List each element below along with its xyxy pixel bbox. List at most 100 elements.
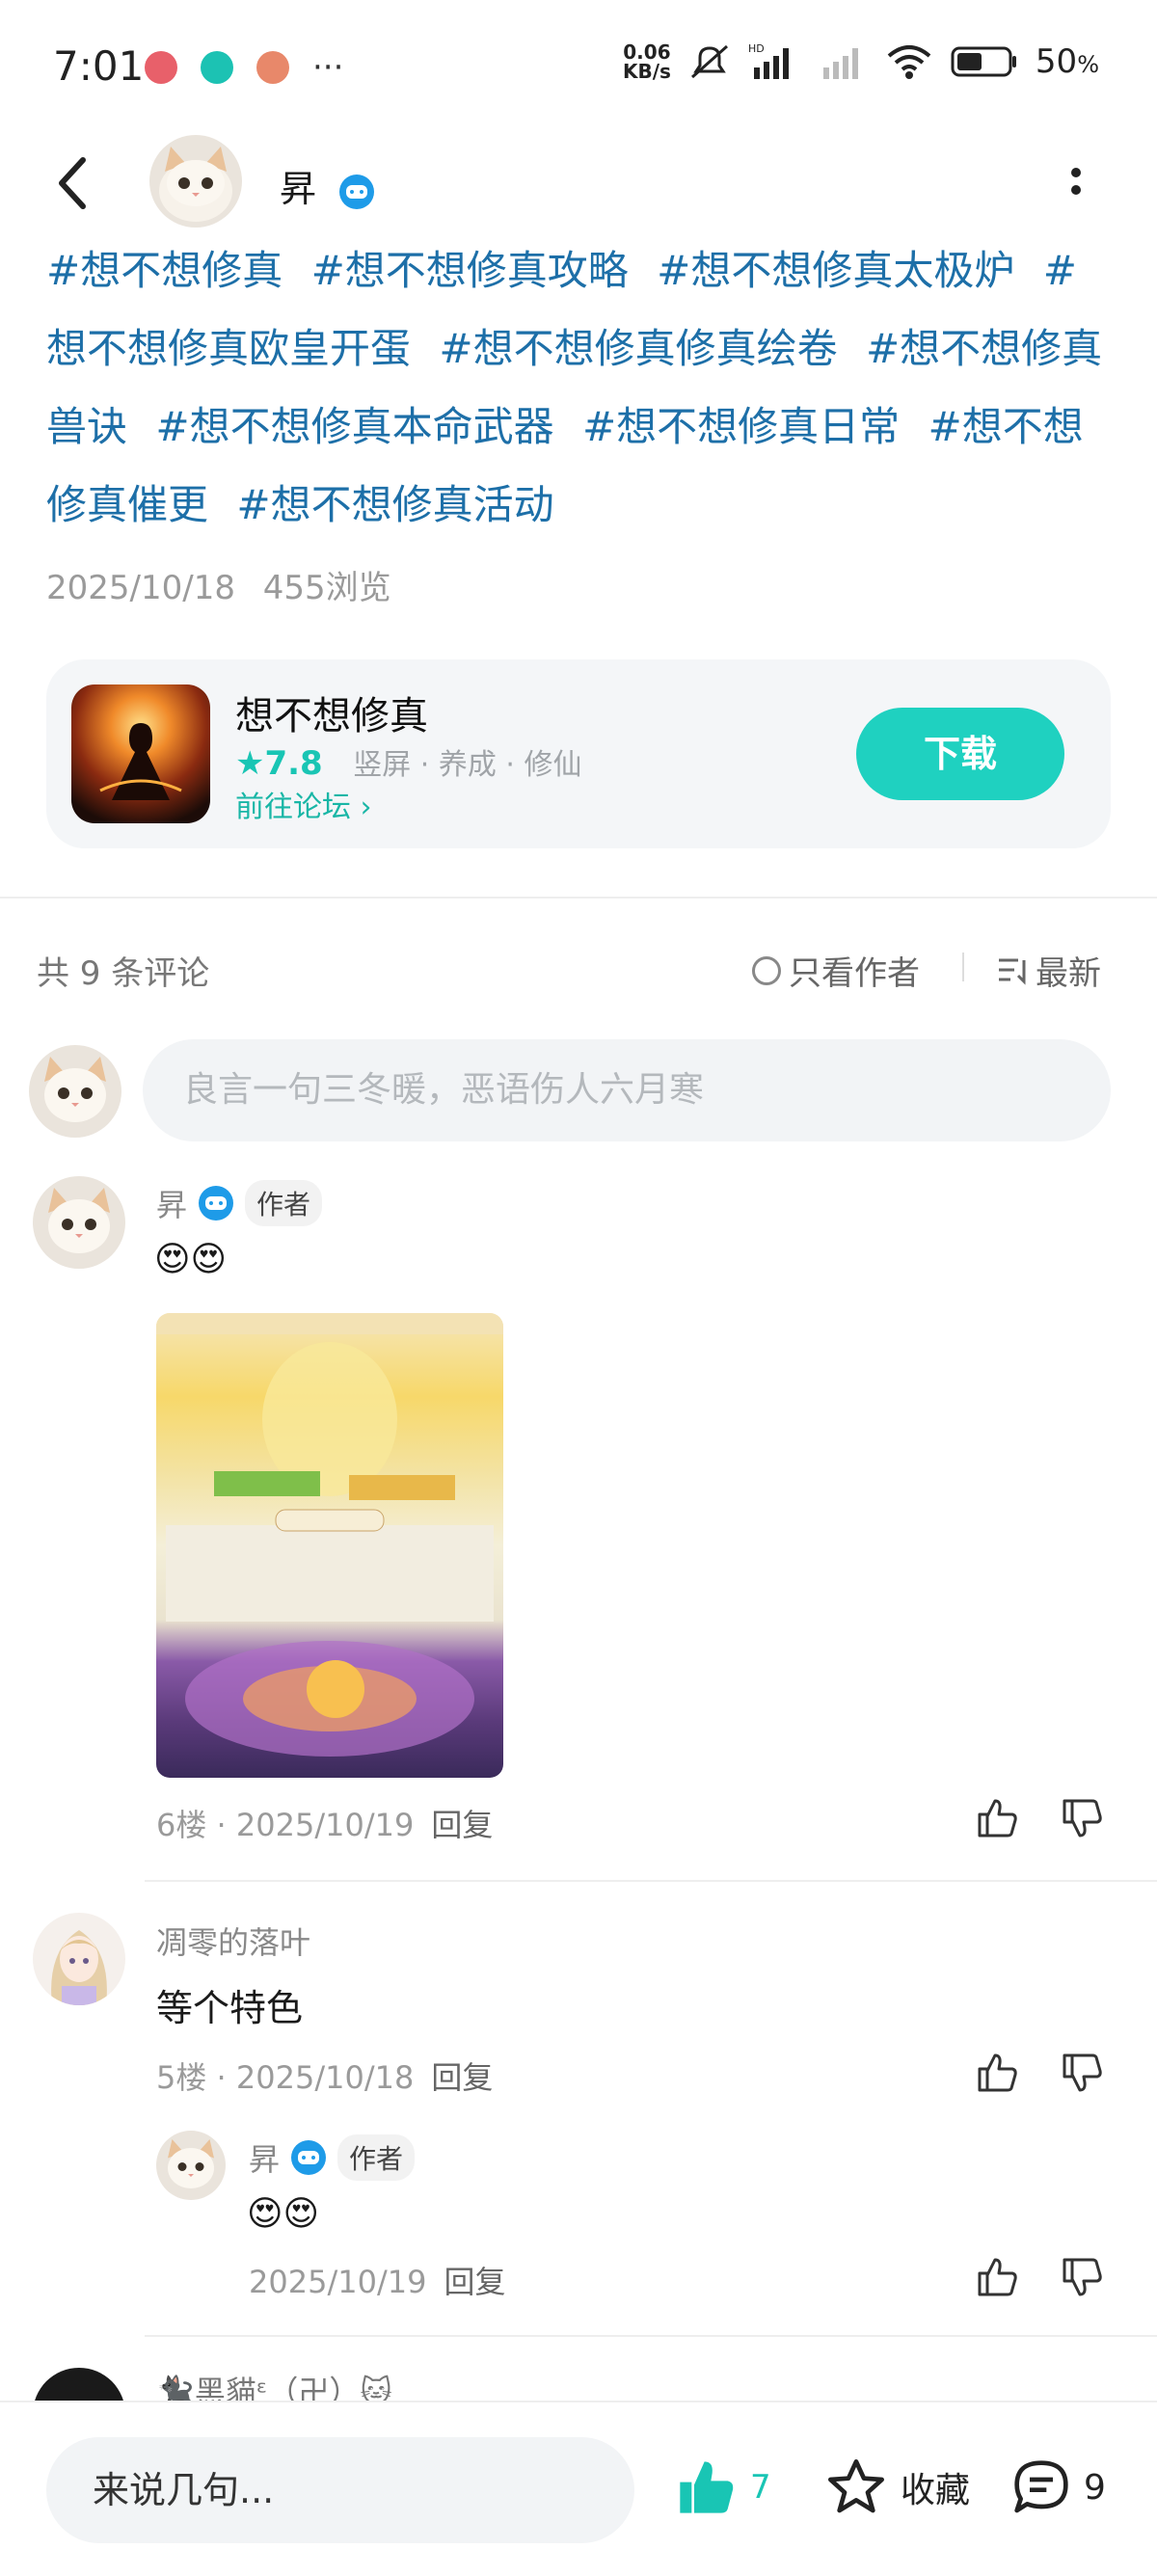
comment-count: 共 9 条评论 (37, 954, 210, 993)
topic-tags: #想不想修真 #想不想修真攻略 #想不想修真太极炉 #想不想修真欧皇开蛋 #想不… (46, 231, 1117, 544)
topic-tag[interactable]: #想不想修真日常 (582, 403, 900, 450)
reply-date: 2025/10/19 (249, 2264, 427, 2300)
cat-avatar-icon (33, 1176, 125, 1269)
post-date: 2025/10/18 (46, 569, 235, 607)
app-notification-icon (145, 51, 177, 84)
divider (145, 1880, 1157, 1882)
comment-floor: 6楼 (156, 1807, 207, 1843)
bottom-action-bar: 来说几句... 7 收藏 9 (0, 2401, 1157, 2576)
game-card[interactable]: 想不想修真 ★7.8 竖屏 · 养成 · 修仙 前往论坛 › 下载 (46, 659, 1111, 848)
comment-floor: 5楼 (156, 2059, 207, 2096)
commenter-avatar[interactable] (33, 1176, 125, 1269)
topic-tag[interactable]: #想不想修真 (46, 247, 283, 294)
commenter-avatar[interactable] (33, 1913, 125, 2005)
svg-text:HD: HD (748, 42, 765, 55)
star-icon (828, 2459, 884, 2513)
comment-input[interactable]: 良言一句三冬暖，恶语伤人六月寒 (143, 1039, 1111, 1141)
commenter-name-row: 昇 作者 (156, 1180, 323, 1226)
reply-content: 😍😍 (247, 2194, 320, 2234)
reply-button[interactable]: 回复 (444, 2264, 505, 2300)
commenter-name-row: 凋零的落叶 (156, 1919, 310, 1963)
cat-avatar-icon (149, 135, 242, 228)
author-tag: 作者 (337, 2134, 416, 2181)
comment-content: 😍😍 (154, 1240, 228, 1279)
app-notification-icon (256, 51, 289, 84)
status-time: 7:01 (53, 42, 145, 90)
divider (962, 953, 964, 981)
status-bar: 7:01 ··· 0.06 KB/s HD 50% (0, 0, 1157, 135)
comment-content: 等个特色 (156, 1987, 304, 2029)
more-notifications-icon: ··· (312, 48, 344, 87)
author-tag: 作者 (245, 1180, 323, 1226)
net-speed: 0.06 KB/s (622, 40, 671, 83)
game-info-row: ★7.8 竖屏 · 养成 · 修仙 (235, 740, 581, 783)
thumbs-up-filled-icon (680, 2461, 734, 2513)
game-title[interactable]: 想不想修真 (235, 684, 428, 740)
author-name[interactable]: 昇 (280, 168, 316, 210)
taptap-notification-icon (201, 51, 233, 84)
battery-percent: 50% (1035, 42, 1099, 81)
thumbs-down-icon[interactable] (1059, 2254, 1105, 2300)
comment-image[interactable] (156, 1313, 503, 1778)
commenter-name[interactable]: 昇 (156, 1181, 187, 1225)
verified-game-badge-icon (199, 1186, 234, 1221)
like-button[interactable]: 7 (675, 2456, 771, 2518)
comment-bubble-icon (1014, 2460, 1068, 2513)
my-avatar[interactable] (29, 1045, 121, 1138)
reply-button[interactable]: 回复 (431, 1807, 493, 1843)
mute-icon (690, 44, 728, 79)
topic-tag[interactable]: #想不想修真修真绘卷 (439, 325, 837, 372)
thumbs-down-icon[interactable] (1059, 2050, 1105, 2096)
more-options-icon[interactable] (1070, 164, 1082, 202)
cat-avatar-icon (156, 2131, 226, 2200)
commenter-name[interactable]: 凋零的落叶 (156, 1919, 310, 1963)
topic-tag[interactable]: #想不想修真太极炉 (657, 247, 1014, 294)
only-author-toggle[interactable]: 只看作者 (752, 947, 920, 994)
topic-tag[interactable]: #想不想修真活动 (236, 481, 553, 528)
download-button[interactable]: 下载 (856, 708, 1064, 800)
reply-footer: 2025/10/19 回复 (249, 2258, 505, 2302)
like-count: 7 (750, 2468, 771, 2507)
radio-icon (752, 955, 781, 985)
comments-count: 9 (1084, 2467, 1106, 2508)
sort-icon (999, 958, 1026, 985)
cat-avatar-icon (29, 1045, 121, 1138)
back-arrow-icon[interactable] (54, 154, 93, 212)
anime-girl-avatar-icon (33, 1913, 125, 2005)
reply-name-row: 昇 作者 (249, 2134, 416, 2181)
signal-icon: HD (748, 42, 789, 79)
comment-date: 2025/10/19 (235, 1807, 415, 1843)
notification-icons: ··· (145, 48, 343, 87)
post-views: 455浏览 (262, 569, 391, 607)
reply-button[interactable]: 回复 (431, 2059, 493, 2096)
thumbs-up-icon[interactable] (974, 2050, 1020, 2096)
favorite-button[interactable]: 收藏 (825, 2456, 970, 2518)
author-avatar[interactable] (149, 135, 242, 228)
signal-weak-icon (822, 48, 858, 79)
game-icon (71, 684, 210, 823)
game-screenshot-image (156, 1313, 503, 1757)
topic-tag[interactable]: #想不想修真本命武器 (155, 403, 553, 450)
reply-name[interactable]: 昇 (249, 2135, 280, 2180)
reply-avatar[interactable] (156, 2131, 226, 2200)
wifi-icon (887, 45, 931, 79)
verified-game-badge-icon (339, 174, 375, 209)
post-meta: 2025/10/18 455浏览 (46, 561, 391, 608)
chevron-right-icon: › (360, 791, 372, 824)
thumbs-up-icon[interactable] (974, 2254, 1020, 2300)
divider (145, 2335, 1157, 2337)
verified-game-badge-icon (291, 2140, 327, 2175)
sort-toggle[interactable]: 最新 (997, 947, 1101, 994)
game-genres: 竖屏 · 养成 · 修仙 (353, 748, 582, 782)
comment-date: 2025/10/18 (235, 2059, 415, 2096)
divider (0, 897, 1157, 899)
author-name-row[interactable]: 昇 (280, 159, 375, 212)
comment-footer: 5楼 · 2025/10/18 回复 (156, 2059, 494, 2096)
topic-tag[interactable]: #想不想修真攻略 (311, 247, 629, 294)
comments-button[interactable]: 9 (1010, 2456, 1106, 2518)
thumbs-down-icon[interactable] (1059, 1795, 1105, 1841)
favorite-label: 收藏 (901, 2471, 971, 2510)
forum-link[interactable]: 前往论坛 › (235, 783, 372, 825)
thumbs-up-icon[interactable] (974, 1795, 1020, 1841)
bottom-comment-input[interactable]: 来说几句... (46, 2437, 634, 2543)
